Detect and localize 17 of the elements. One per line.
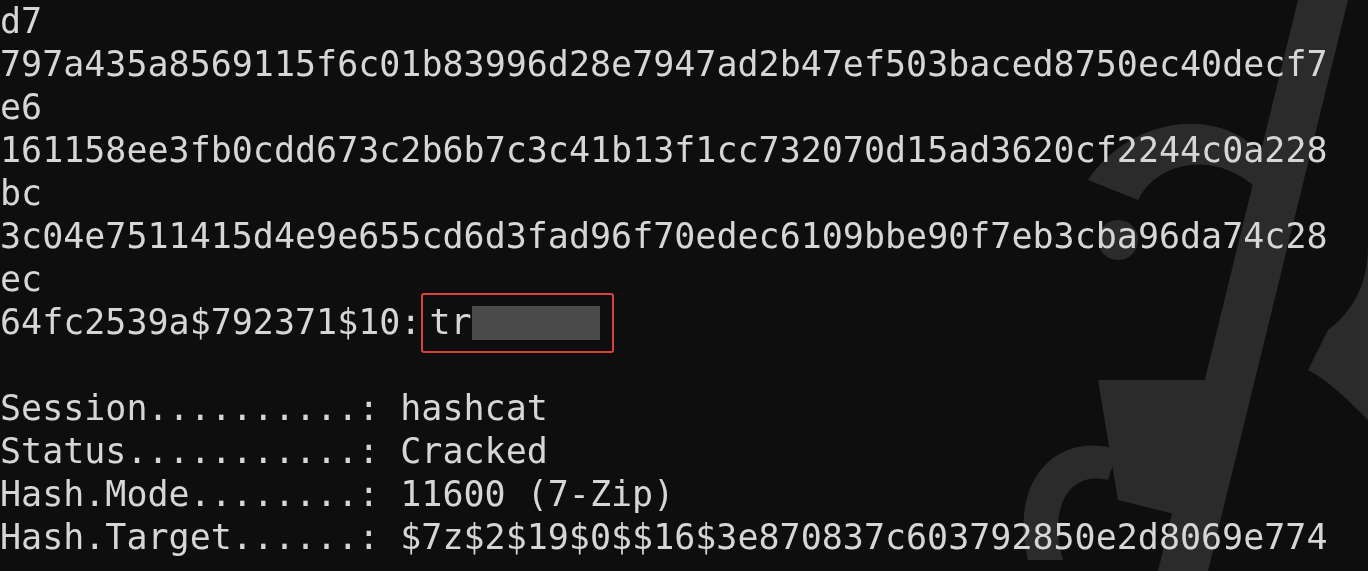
- hash-line: 64fc2539a$792371$10:: [0, 301, 422, 344]
- field-label: Hash.Mode........:: [0, 473, 380, 516]
- field-value: Cracked: [400, 430, 548, 473]
- hash-line: ec: [0, 258, 43, 301]
- hash-line: 797a435a8569115f6c01b83996d28e7947ad2b47ef503baced8750ec40decf7: [0, 43, 1328, 86]
- field-label: Hash.Target......:: [0, 516, 380, 559]
- hash-line: bc: [0, 172, 43, 215]
- hash-line: 3c04e7511415d4e9e655cd6d3fad96f70edec6109bbe90f7eb3cba96da74c28: [0, 215, 1328, 258]
- field-value: hashcat: [400, 387, 548, 430]
- hash-line: 161158ee3fb0cdd673c2b6b7c3c41b13f1cc732070d15ad3620cf2244c0a228: [0, 129, 1328, 172]
- field-label: Session..........:: [0, 387, 380, 430]
- field-value: 11600 (7-Zip): [400, 473, 675, 516]
- hash-line: e6: [0, 86, 43, 129]
- field-value: $7z$2$19$0$$16$3e870837c603792850e2d8069e774: [400, 516, 1328, 559]
- hash-line: d7: [0, 0, 43, 43]
- field-label: Status...........:: [0, 430, 380, 473]
- password-text: tr: [429, 301, 472, 344]
